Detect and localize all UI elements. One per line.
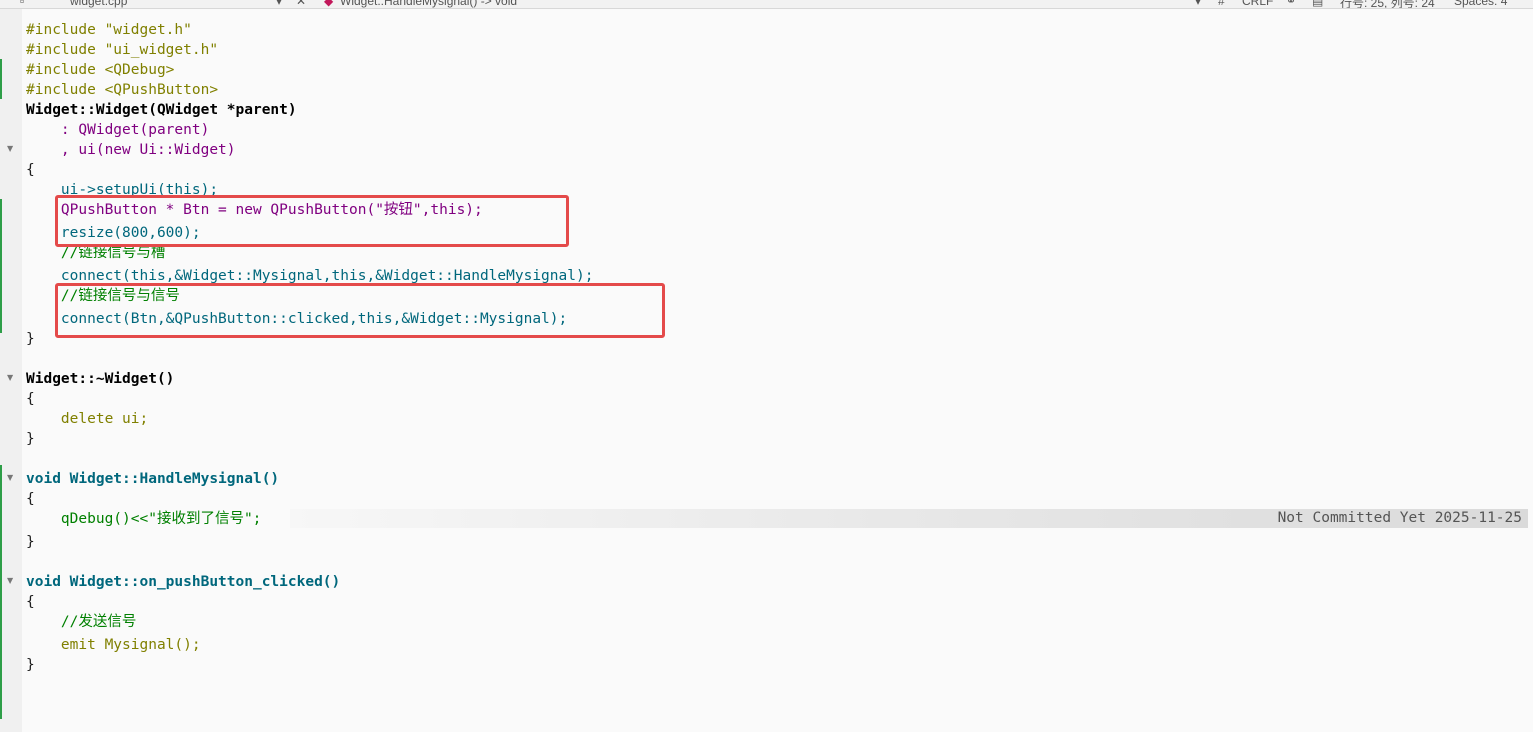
code-line[interactable]: } [26,655,35,675]
code-line[interactable]: } [26,429,35,449]
file-icon: ▫ [20,0,25,8]
highlight-box [55,195,569,247]
code-line[interactable]: qDebug()<<"接收到了信号"; [26,509,262,529]
fold-arrow-icon[interactable]: ▼ [7,144,13,153]
file-tab[interactable]: widget.cpp [70,0,127,8]
document-icon[interactable]: ▤ [1312,0,1323,8]
code-line[interactable]: { [26,489,35,509]
symbol-icon: ◆ [324,0,334,8]
code-line[interactable]: : QWidget(parent) [26,120,209,140]
code-line[interactable]: delete ui; [26,409,148,429]
change-marker [0,59,2,99]
editor-toolbar: ▫ widget.cpp ▾ ✕ ◆ Widget::HandleMysigna… [0,0,1533,9]
change-marker [0,465,2,719]
code-line[interactable]: #include "widget.h" [26,20,192,40]
fold-arrow-icon[interactable]: ▼ [7,576,13,585]
code-line[interactable]: emit Mysignal(); [26,635,201,655]
chevron-down-icon[interactable]: ▾ [1195,0,1201,8]
hash-label: # [1218,0,1225,8]
code-line[interactable]: { [26,389,35,409]
chevron-down-icon[interactable]: ▾ [276,0,282,8]
code-line[interactable]: #include "ui_widget.h" [26,40,218,60]
code-line[interactable]: //发送信号 [26,612,136,632]
indentation-setting[interactable]: Spaces: 4 [1454,0,1507,8]
close-icon[interactable]: ✕ [296,0,306,8]
code-line[interactable]: } [26,532,35,552]
fold-arrow-icon[interactable]: ▼ [7,473,13,482]
fold-arrow-icon[interactable]: ▼ [7,373,13,382]
code-line[interactable]: } [26,329,35,349]
code-line[interactable]: { [26,160,35,180]
code-line[interactable]: , ui(new Ui::Widget) [26,140,236,160]
link-icon[interactable]: ⚭ [1286,0,1296,8]
blame-text: Not Committed Yet 2025-11-25 [1277,510,1522,526]
code-line[interactable]: Widget::~Widget() [26,369,174,389]
code-line[interactable]: { [26,592,35,612]
line-ending[interactable]: CRLF [1242,0,1273,8]
highlight-box [55,283,665,338]
code-line[interactable]: #include <QPushButton> [26,80,218,100]
editor-gutter[interactable]: ▼ ▼ ▼ ▼ [0,9,22,732]
code-line[interactable]: void Widget::on_pushButton_clicked() [26,572,340,592]
code-line[interactable]: #include <QDebug> [26,60,174,80]
change-marker [0,199,2,333]
symbol-selector[interactable]: Widget::HandleMysignal() -> void [340,0,517,8]
code-line[interactable]: Widget::Widget(QWidget *parent) [26,100,297,120]
cursor-position[interactable]: 行号: 25, 列号: 24 [1340,0,1435,8]
code-line[interactable]: void Widget::HandleMysignal() [26,469,279,489]
git-blame-annotation: Not Committed Yet 2025-11-25 [290,509,1528,528]
